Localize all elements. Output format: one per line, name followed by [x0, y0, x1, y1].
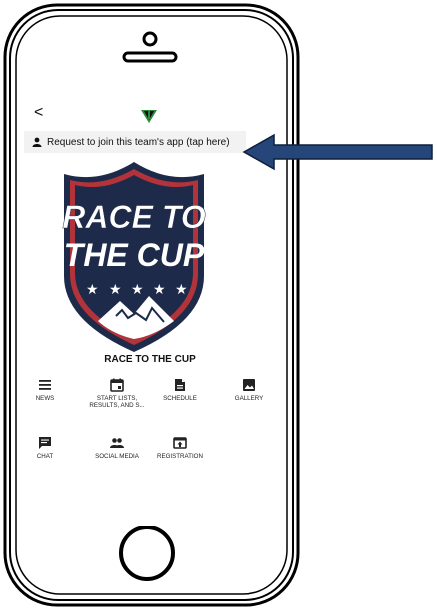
menu-tile-registration[interactable]: REGISTRATION	[145, 436, 215, 460]
app-bar: <	[24, 98, 276, 132]
menu-label-gallery: GALLERY	[234, 395, 264, 402]
news-icon	[39, 380, 51, 390]
menu-tile-schedule[interactable]: SCHEDULE	[145, 378, 215, 402]
home-button[interactable]	[119, 525, 175, 581]
svg-text:★: ★	[109, 282, 122, 298]
menu-label-chat: CHAT	[36, 453, 54, 460]
chat-icon	[39, 437, 51, 449]
menu-label-start-lists: START LISTS, RESULTS, AND S...	[89, 395, 145, 409]
front-camera-icon	[142, 31, 158, 47]
join-request-banner[interactable]: Request to join this team's app (tap her…	[24, 131, 246, 153]
app-screen: < Request to join this team's app (tap h…	[24, 98, 276, 526]
team-name: RACE TO THE CUP	[104, 354, 196, 365]
team-logo-icon	[141, 110, 157, 123]
person-icon	[32, 137, 42, 147]
svg-text:★: ★	[86, 282, 99, 298]
menu-tile-gallery[interactable]: GALLERY	[214, 378, 284, 402]
menu-tile-start-lists[interactable]: START LISTS, RESULTS, AND S...	[82, 378, 152, 409]
svg-text:★: ★	[131, 282, 144, 298]
team-badge: RACE TO THE CUP ★ ★ ★ ★ ★	[62, 162, 206, 352]
menu-tile-social-media[interactable]: SOCIAL MEDIA	[82, 436, 152, 460]
join-request-text: Request to join this team's app (tap her…	[47, 136, 230, 148]
back-button[interactable]: <	[34, 104, 43, 122]
badge-text-line2: THE CUP	[64, 237, 205, 273]
badge-text-line1: RACE TO	[62, 199, 206, 235]
menu-label-registration: REGISTRATION	[157, 453, 203, 460]
menu-label-schedule: SCHEDULE	[163, 395, 197, 402]
document-icon	[175, 379, 185, 391]
menu-label-social-media: SOCIAL MEDIA	[95, 453, 139, 460]
menu-tile-news[interactable]: NEWS	[10, 378, 80, 402]
speaker-icon	[122, 51, 178, 63]
registration-icon	[173, 437, 187, 449]
svg-text:★: ★	[175, 282, 188, 298]
menu-tile-chat[interactable]: CHAT	[10, 436, 80, 460]
menu-label-news: NEWS	[35, 395, 55, 402]
gallery-icon	[243, 379, 255, 391]
calendar-icon	[110, 378, 124, 392]
pointer-arrow-icon	[242, 133, 433, 171]
svg-text:★: ★	[153, 282, 166, 298]
people-icon	[110, 438, 124, 448]
